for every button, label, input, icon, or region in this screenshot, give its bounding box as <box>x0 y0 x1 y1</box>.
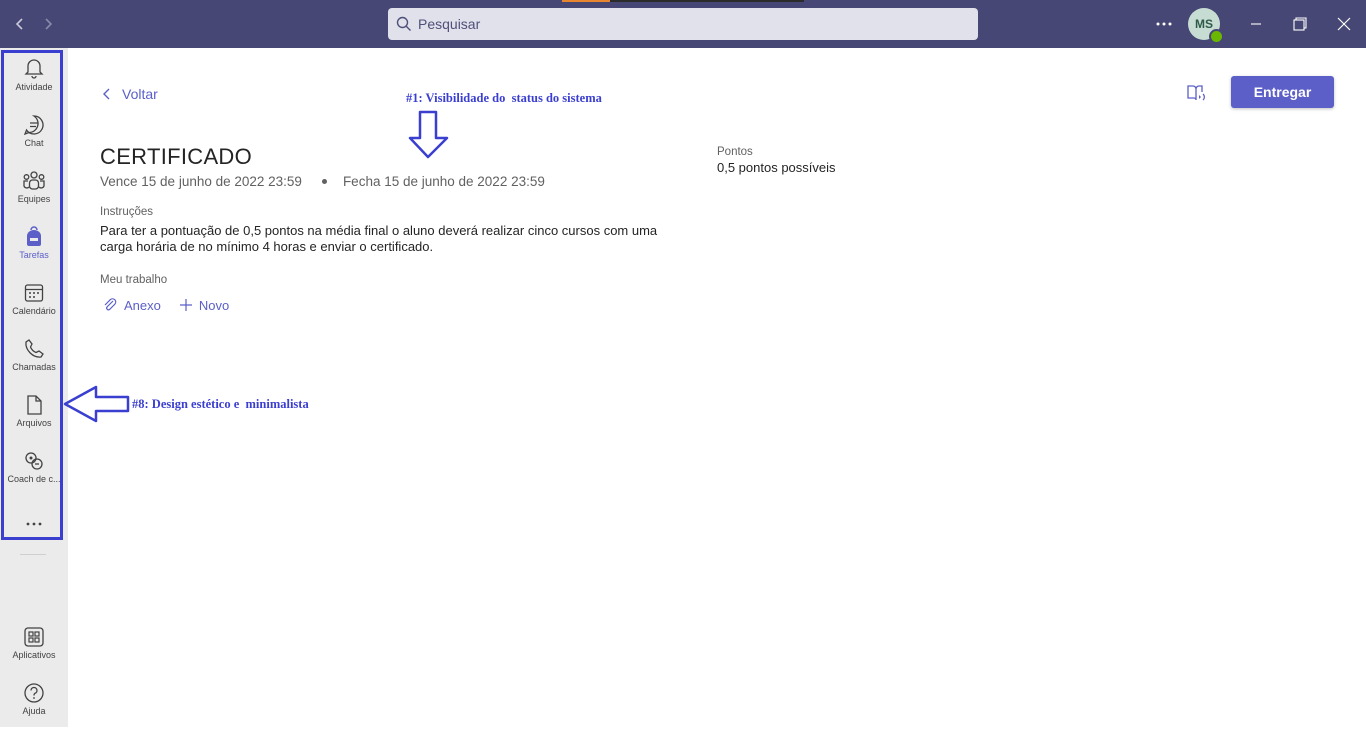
chevron-right-icon <box>45 18 53 30</box>
page-title: CERTIFICADO <box>100 144 253 169</box>
rail-item-equipes[interactable]: Equipes <box>0 170 68 222</box>
new-label: Novo <box>198 297 230 313</box>
arrow-down-icon <box>408 110 449 159</box>
app-rail: Atividade Chat Equipes Tarefas Calendári… <box>0 48 68 727</box>
rail-item-label: Tarefas <box>19 250 49 260</box>
immersive-reader-icon <box>1187 85 1205 101</box>
calendar-icon <box>24 284 44 302</box>
back-link[interactable]: Voltar <box>102 84 158 104</box>
paperclip-icon <box>104 298 117 311</box>
points-label: Pontos <box>717 146 753 158</box>
instructions-label: Instruções <box>100 206 154 218</box>
rail-item-label: Atividade <box>15 82 53 92</box>
search-input[interactable]: Pesquisar <box>388 8 978 40</box>
teams-icon <box>23 171 45 190</box>
rail-item-label: Chat <box>24 138 44 148</box>
minimize-icon <box>1251 23 1261 25</box>
rail-item-label: Calendário <box>12 306 56 316</box>
forward-nav-button[interactable] <box>36 12 60 36</box>
rail-item-chat[interactable]: Chat <box>0 114 68 166</box>
restore-button[interactable] <box>1284 8 1316 40</box>
rail-item-label: Arquivos <box>16 418 52 428</box>
minimize-button[interactable] <box>1240 8 1272 40</box>
assignment-dates: Vence 15 de junho de 2022 23:59 Fecha 15… <box>100 174 545 189</box>
window-accent-strip <box>562 0 804 2</box>
annotation-label-1: #1: Visibilidade do status do sistema <box>406 91 602 105</box>
new-button[interactable]: Novo <box>179 298 229 313</box>
back-nav-button[interactable] <box>8 12 32 36</box>
restore-icon <box>1293 17 1307 31</box>
rail-item-chamadas[interactable]: Chamadas <box>0 338 68 390</box>
attach-button[interactable]: Anexo <box>102 297 161 313</box>
annotation-label-8: #8: Design estético e minimalista <box>132 397 309 411</box>
close-button[interactable] <box>1328 8 1360 40</box>
rail-item-label: Aplicativos <box>12 650 56 660</box>
rail-item-label: Equipes <box>17 194 51 204</box>
more-horizontal-icon <box>1156 22 1172 26</box>
chevron-left-icon <box>103 88 110 100</box>
rail-item-calendario[interactable]: Calendário <box>0 282 68 334</box>
close-date: Fecha 15 de junho de 2022 23:59 <box>342 174 545 189</box>
due-date: Vence 15 de junho de 2022 23:59 <box>100 174 302 189</box>
my-work-label: Meu trabalho <box>100 274 168 286</box>
presence-available-icon <box>1209 29 1224 44</box>
rail-item-arquivos[interactable]: Arquivos <box>0 394 68 446</box>
separator-dot <box>321 179 327 184</box>
phone-icon <box>25 339 44 358</box>
coach-icon <box>25 452 43 470</box>
chat-icon <box>23 115 44 136</box>
submit-button[interactable]: Entregar <box>1231 76 1334 108</box>
back-link-label: Voltar <box>122 86 158 102</box>
more-horizontal-icon <box>26 522 42 526</box>
rail-item-aplicativos[interactable]: Aplicativos <box>0 626 68 678</box>
rail-item-atividade[interactable]: Atividade <box>0 56 68 108</box>
rail-item-label: Coach de c... <box>7 474 61 484</box>
attach-label: Anexo <box>124 297 161 313</box>
rail-item-label: Chamadas <box>12 362 56 372</box>
more-options-button[interactable] <box>1150 12 1178 36</box>
rail-divider <box>20 554 46 555</box>
file-icon <box>27 395 42 415</box>
immersive-reader-button[interactable] <box>1185 82 1207 104</box>
rail-more-button[interactable] <box>0 514 68 534</box>
chevron-left-icon <box>15 18 23 30</box>
title-bar: Pesquisar MS <box>0 0 1366 48</box>
rail-item-coach[interactable]: Coach de c... <box>0 450 68 502</box>
points-value: 0,5 pontos possíveis <box>717 160 836 175</box>
backpack-icon <box>27 226 41 246</box>
rail-item-label: Ajuda <box>22 706 46 716</box>
rail-item-tarefas[interactable]: Tarefas <box>0 226 68 278</box>
bell-icon <box>24 59 44 79</box>
rail-item-ajuda[interactable]: Ajuda <box>0 682 68 734</box>
my-work-actions: Anexo Novo <box>102 297 247 313</box>
close-icon <box>1337 17 1351 31</box>
arrow-left-icon <box>63 385 130 423</box>
apps-icon <box>24 627 44 647</box>
plus-icon <box>179 299 192 311</box>
search-icon <box>396 16 411 31</box>
instructions-text: Para ter a pontuação de 0,5 pontos na mé… <box>100 223 658 254</box>
help-icon <box>24 683 44 703</box>
search-placeholder: Pesquisar <box>418 16 481 32</box>
